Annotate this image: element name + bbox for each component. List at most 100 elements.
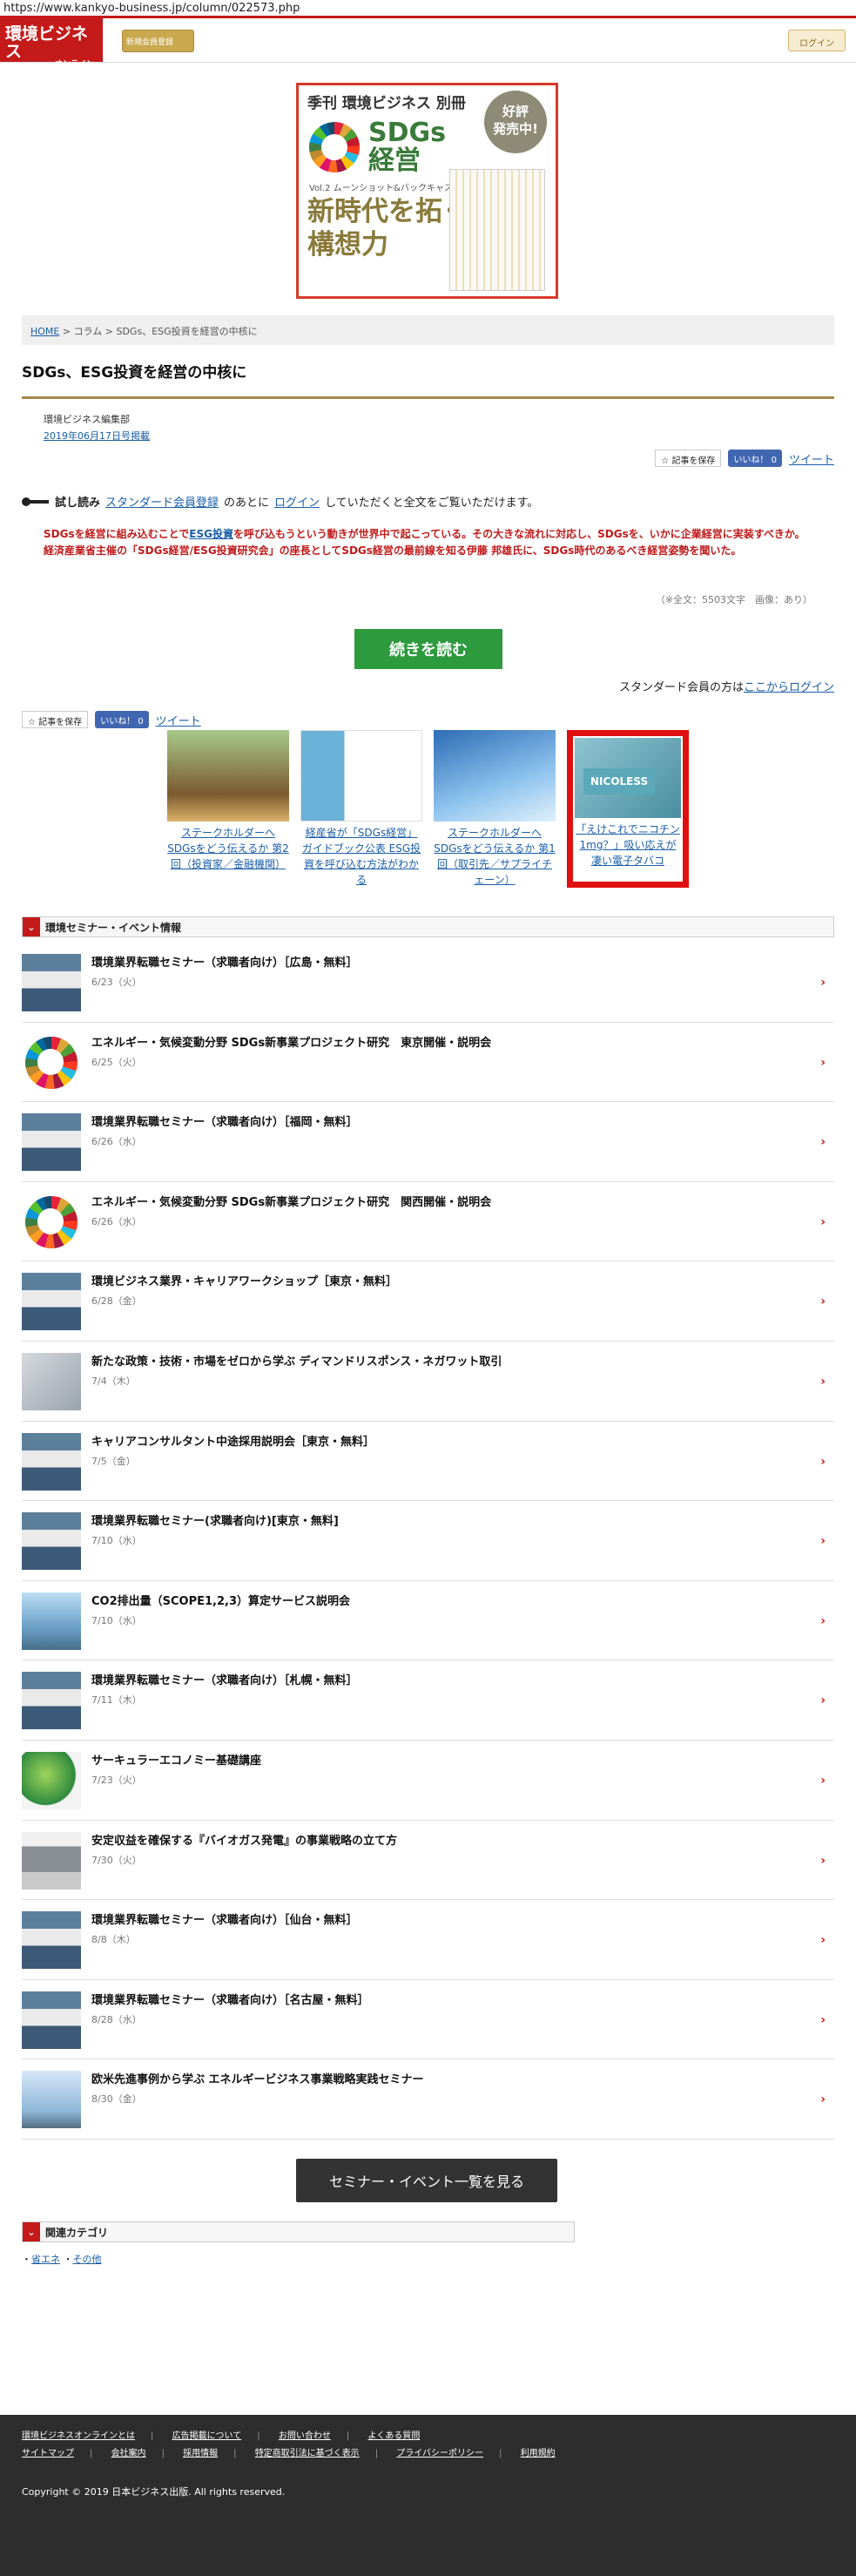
event-date: 8/30（金） <box>91 2093 142 2106</box>
tweet-link-bottom[interactable]: ツイート <box>156 712 201 728</box>
events-list: 環境業界転職セミナー（求職者向け）［広島・無料］ 6/23（火） › エネルギー・気… <box>22 943 834 2140</box>
event-item[interactable]: 環境業界転職セミナー(求職者向け)[東京・無料] 7/10（水） › <box>22 1501 834 1581</box>
chevron-right-icon: › <box>820 976 826 990</box>
save-article-button[interactable]: ☆ 記事を保存 <box>655 450 722 467</box>
chevron-down-icon: ⌄ <box>23 917 40 936</box>
event-item[interactable]: CO2排出量（SCOPE1,2,3）算定サービス説明会 7/10（水） › <box>22 1581 834 1661</box>
event-date: 7/5（金） <box>91 1455 136 1467</box>
related-title[interactable]: 経産省が「SDGs経営」ガイドブック公表 ESG投資を呼び込む方法がわかる <box>302 827 421 886</box>
events-section-title: 環境セミナー・イベント情報 <box>45 921 182 934</box>
chevron-right-icon: › <box>820 1374 826 1389</box>
event-item[interactable]: サーキュラーエコノミー基礎講座 7/23（火） › <box>22 1741 834 1821</box>
login-label: ログイン <box>799 39 834 49</box>
footer-link[interactable]: 会社案内 <box>111 2445 146 2463</box>
related-card[interactable]: ステークホルダーへSDGsをどう伝えるか 第2回（投資家／金融機関） <box>167 730 289 888</box>
article-pubdate[interactable]: 2019年06月17日号掲載 <box>44 429 150 443</box>
site-header: 環境ビジネス オンライン 新規会員登録 ログイン <box>0 16 856 69</box>
event-item[interactable]: 環境業界転職セミナー（求職者向け）［広島・無料］ 6/23（火） › <box>22 943 834 1023</box>
related-title[interactable]: 「えけこれでニコチン1mg？」吸い応えが凄い電子タバコ <box>576 823 680 867</box>
site-footer: 環境ビジネスオンラインとは | 広告掲載について | お問い合わせ | よくある質問 … <box>0 2415 856 2576</box>
related-thumb <box>434 730 556 821</box>
event-thumb <box>22 1432 81 1491</box>
event-item[interactable]: エネルギー・気候変動分野 SDGs新事業プロジェクト研究 東京開催・説明会 6/2… <box>22 1023 834 1103</box>
footer-link[interactable]: 利用規約 <box>521 2445 556 2463</box>
category-links: ・省エネ ・その他 <box>22 2254 102 2265</box>
chevron-right-icon: › <box>820 1135 826 1150</box>
ad-banner[interactable]: 季刊 環境ビジネス 別冊 好評 発売中! SDGs 経営 Vol.2 ムーンショ… <box>296 83 558 299</box>
chevron-right-icon: › <box>820 1214 826 1229</box>
chevron-right-icon: › <box>820 1853 826 1868</box>
event-item[interactable]: キャリアコンサルタント中途採用説明会［東京・無料］ 7/5（金） › <box>22 1422 834 1502</box>
member-login: スタンダード会員の方はここからログイン <box>618 681 834 694</box>
event-item[interactable]: 欧米先進事例から学ぶ エネルギービジネス事業戦略実践セミナー 8/30（金） › <box>22 2059 834 2140</box>
article-lead: SDGsを経営に組み込むことでESG投資を呼び込もうという動きが世界中で起こって… <box>44 528 805 557</box>
footer-link[interactable]: よくある質問 <box>367 2428 420 2445</box>
event-title: 環境業界転職セミナー（求職者向け）［名古屋・無料］ <box>91 1993 369 2007</box>
footer-link[interactable]: 採用情報 <box>183 2445 218 2463</box>
footer-link[interactable]: 環境ビジネスオンラインとは <box>22 2428 135 2445</box>
event-thumb <box>22 1193 81 1251</box>
event-item[interactable]: 環境業界転職セミナー（求職者向け）［仙台・無料］ 8/8（木） › <box>22 1900 834 1980</box>
event-thumb <box>22 1911 81 1970</box>
footer-link[interactable]: 広告掲載について <box>172 2428 242 2445</box>
event-date: 6/25（火） <box>91 1056 142 1068</box>
chevron-down-icon: ⌄ <box>23 2222 40 2241</box>
sdg-wheel-icon <box>25 1195 78 1248</box>
facebook-like-button[interactable]: いいね！ 0 <box>728 450 782 467</box>
event-thumb <box>22 1352 81 1410</box>
related-title[interactable]: ステークホルダーへSDGsをどう伝えるか 第2回（投資家／金融機関） <box>167 827 289 870</box>
standard-register-link[interactable]: スタンダード会員登録 <box>105 493 219 510</box>
related-articles: ステークホルダーへSDGsをどう伝えるか 第2回（投資家／金融機関） 経産省が「… <box>167 730 689 888</box>
footer-link[interactable]: サイトマップ <box>22 2445 74 2463</box>
site-logo[interactable]: 環境ビジネス オンライン <box>0 18 103 69</box>
register-button[interactable]: 新規会員登録 <box>122 30 194 52</box>
member-login-link[interactable]: ここからログイン <box>744 681 834 694</box>
copyright: Copyright © 2019 日本ビジネス出版. All rights re… <box>22 2486 286 2498</box>
event-thumb <box>22 1113 81 1172</box>
events-section-header: ⌄ 環境セミナー・イベント情報 <box>22 916 834 937</box>
event-thumb <box>22 1831 81 1890</box>
event-date: 7/30（火） <box>91 1854 142 1866</box>
chevron-right-icon: › <box>820 1933 826 1948</box>
chevron-right-icon: › <box>820 1773 826 1788</box>
footer-link[interactable]: お問い合わせ <box>279 2428 331 2445</box>
event-item[interactable]: 環境業界転職セミナー（求職者向け）［福岡・無料］ 6/26（水） › <box>22 1102 834 1182</box>
esg-link[interactable]: ESG投資 <box>189 528 233 540</box>
events-list-button[interactable]: セミナー・イベント一覧を見る <box>296 2159 557 2202</box>
event-item[interactable]: 新たな政策・技術・市場をゼロから学ぶ ディマンドリスポンス・ネガワット取引 7/4… <box>22 1342 834 1422</box>
breadcrumb: HOME > コラム > SDGs、ESG投資を経営の中核に <box>22 315 834 345</box>
banner-book-image <box>449 169 545 291</box>
event-title: エネルギー・気候変動分野 SDGs新事業プロジェクト研究 関西開催・説明会 <box>91 1195 492 1209</box>
trial-read: 試し読み スタンダード会員登録 のあとに ログイン していただくと全文をご覧いた… <box>22 493 538 510</box>
category-link[interactable]: その他 <box>73 2254 102 2265</box>
related-title[interactable]: ステークホルダーへSDGsをどう伝えるか 第1回（取引先／サプライチェーン） <box>434 827 556 886</box>
event-item[interactable]: 安定収益を確保する『バイオガス発電』の事業戦略の立て方 7/30（火） › <box>22 1821 834 1901</box>
title-divider <box>22 396 834 399</box>
read-more-button[interactable]: 続きを読む <box>354 629 502 669</box>
footer-links: 環境ビジネスオンラインとは | 広告掲載について | お問い合わせ | よくある質問 … <box>22 2428 631 2463</box>
related-card-ad[interactable]: NICOLESS 「えけこれでニコチン1mg？」吸い応えが凄い電子タバコ <box>567 730 689 888</box>
event-date: 6/26（水） <box>91 1215 142 1227</box>
footer-link[interactable]: 特定商取引法に基づく表示 <box>255 2445 360 2463</box>
trial-login-link[interactable]: ログイン <box>274 493 320 510</box>
event-date: 6/28（金） <box>91 1295 142 1308</box>
event-item[interactable]: 環境業界転職セミナー（求職者向け）［名古屋・無料］ 8/28（水） › <box>22 1980 834 2060</box>
footer-link[interactable]: プライバシーポリシー <box>396 2445 483 2463</box>
save-article-button-bottom[interactable]: ☆ 記事を保存 <box>22 711 89 728</box>
event-title: キャリアコンサルタント中途採用説明会［東京・無料］ <box>91 1435 375 1449</box>
event-title: エネルギー・気候変動分野 SDGs新事業プロジェクト研究 東京開催・説明会 <box>91 1036 492 1050</box>
chevron-right-icon: › <box>820 1534 826 1549</box>
event-date: 7/4（木） <box>91 1375 136 1387</box>
event-title: 安定収益を確保する『バイオガス発電』の事業戦略の立て方 <box>91 1834 398 1848</box>
login-button[interactable]: ログイン <box>788 30 846 51</box>
event-date: 8/28（水） <box>91 2013 142 2025</box>
breadcrumb-home[interactable]: HOME <box>30 326 59 337</box>
category-link[interactable]: 省エネ <box>31 2254 60 2265</box>
tweet-link[interactable]: ツイート <box>789 450 834 467</box>
related-card[interactable]: ステークホルダーへSDGsをどう伝えるか 第1回（取引先／サプライチェーン） <box>434 730 556 888</box>
event-item[interactable]: エネルギー・気候変動分野 SDGs新事業プロジェクト研究 関西開催・説明会 6/2… <box>22 1182 834 1262</box>
related-card[interactable]: 経産省が「SDGs経営」ガイドブック公表 ESG投資を呼び込む方法がわかる <box>300 730 422 888</box>
event-item[interactable]: 環境業界転職セミナー（求職者向け）［札幌・無料］ 7/11（木） › <box>22 1660 834 1741</box>
facebook-like-button-bottom[interactable]: いいね！ 0 <box>95 711 149 728</box>
event-item[interactable]: 環境ビジネス業界・キャリアワークショップ［東京・無料］ 6/28（金） › <box>22 1261 834 1342</box>
